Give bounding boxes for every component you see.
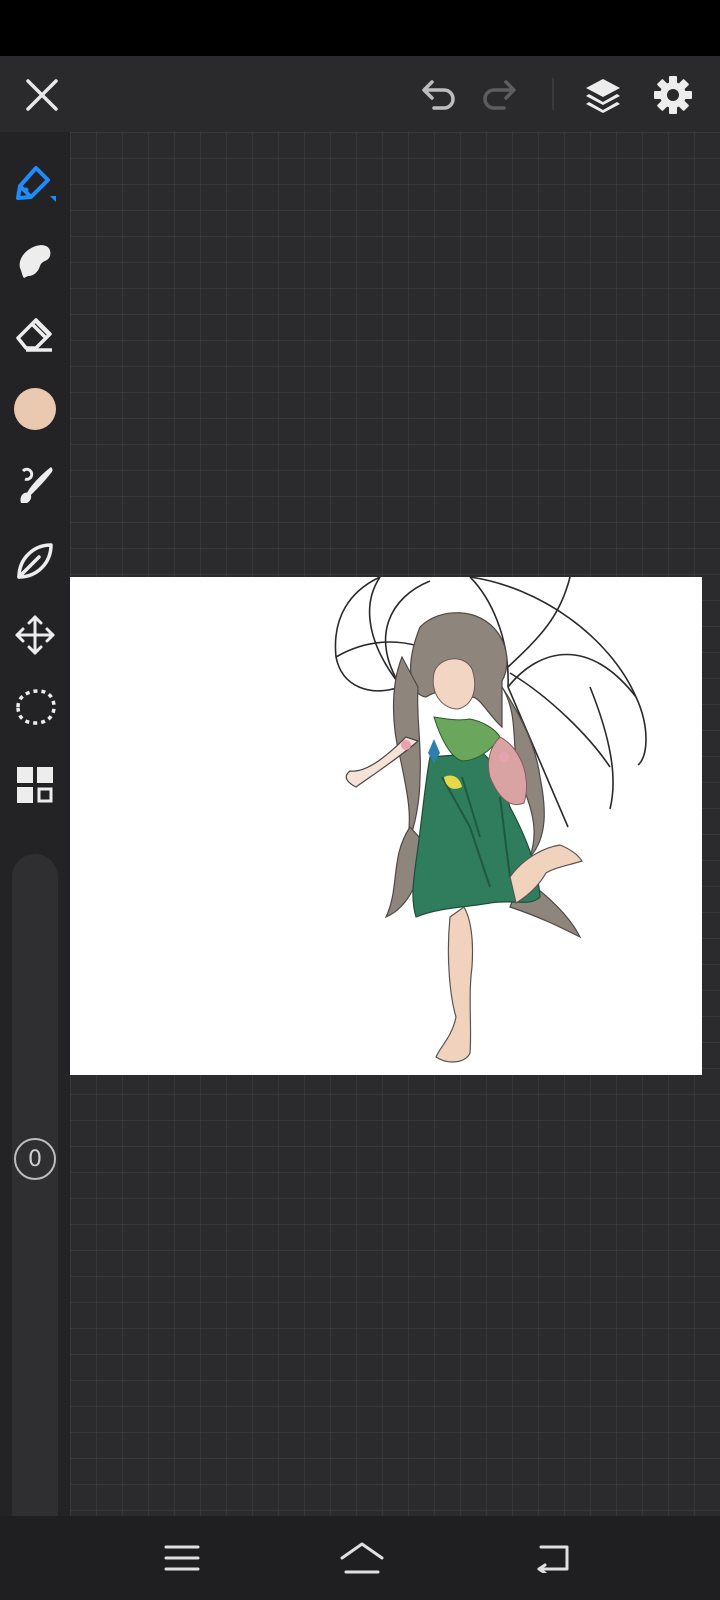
leaf-icon bbox=[17, 543, 53, 579]
grid-tool[interactable] bbox=[8, 758, 62, 812]
menu-icon bbox=[164, 1545, 200, 1571]
brush-settings-tool[interactable] bbox=[8, 458, 62, 512]
artwork bbox=[334, 577, 647, 1063]
face-fill bbox=[432, 658, 476, 710]
back-button[interactable] bbox=[528, 1536, 576, 1580]
back-icon bbox=[537, 1545, 569, 1573]
pen-tool[interactable] bbox=[8, 156, 62, 210]
home-button[interactable] bbox=[336, 1534, 388, 1582]
undo-button[interactable] bbox=[414, 72, 462, 118]
color-picker[interactable] bbox=[8, 382, 62, 436]
pen-icon bbox=[16, 166, 56, 202]
layers-icon bbox=[586, 79, 620, 113]
recent-apps-button[interactable] bbox=[158, 1536, 206, 1580]
settings-button[interactable] bbox=[648, 70, 698, 120]
tool-sidebar: S 0 bbox=[0, 132, 70, 1546]
grid-icon bbox=[17, 767, 53, 803]
opacity-slider[interactable]: 0 bbox=[12, 1136, 58, 1546]
status-bar bbox=[0, 0, 720, 56]
color-swatch bbox=[14, 388, 56, 430]
drawing-canvas[interactable] bbox=[70, 577, 702, 1075]
layers-button[interactable] bbox=[578, 70, 628, 120]
transform-icon bbox=[15, 615, 55, 655]
smudge-tool[interactable] bbox=[8, 232, 62, 286]
undo-icon bbox=[422, 80, 455, 110]
transform-tool[interactable] bbox=[8, 608, 62, 662]
opacity-knob[interactable]: 0 bbox=[14, 1138, 56, 1180]
hair-ribbon-right bbox=[499, 752, 509, 762]
brush-settings-icon bbox=[20, 467, 53, 503]
eraser-tool[interactable] bbox=[8, 306, 62, 360]
leaf-tool[interactable] bbox=[8, 534, 62, 588]
redo-button[interactable] bbox=[476, 72, 524, 118]
left-leg bbox=[435, 906, 474, 1063]
redo-icon bbox=[483, 80, 516, 110]
system-navigation-bar bbox=[0, 1516, 720, 1600]
close-icon bbox=[26, 79, 58, 111]
lasso-icon bbox=[16, 689, 56, 725]
toolbar-divider bbox=[552, 78, 554, 110]
close-button[interactable] bbox=[18, 72, 66, 118]
eraser-icon bbox=[16, 318, 52, 352]
smudge-icon bbox=[19, 245, 51, 278]
top-toolbar bbox=[0, 56, 720, 132]
opacity-label: 0 bbox=[28, 1146, 42, 1172]
home-icon bbox=[340, 1542, 384, 1574]
lasso-tool[interactable] bbox=[8, 680, 62, 734]
settings-icon bbox=[654, 76, 692, 114]
hair-ribbon-left bbox=[401, 740, 411, 750]
